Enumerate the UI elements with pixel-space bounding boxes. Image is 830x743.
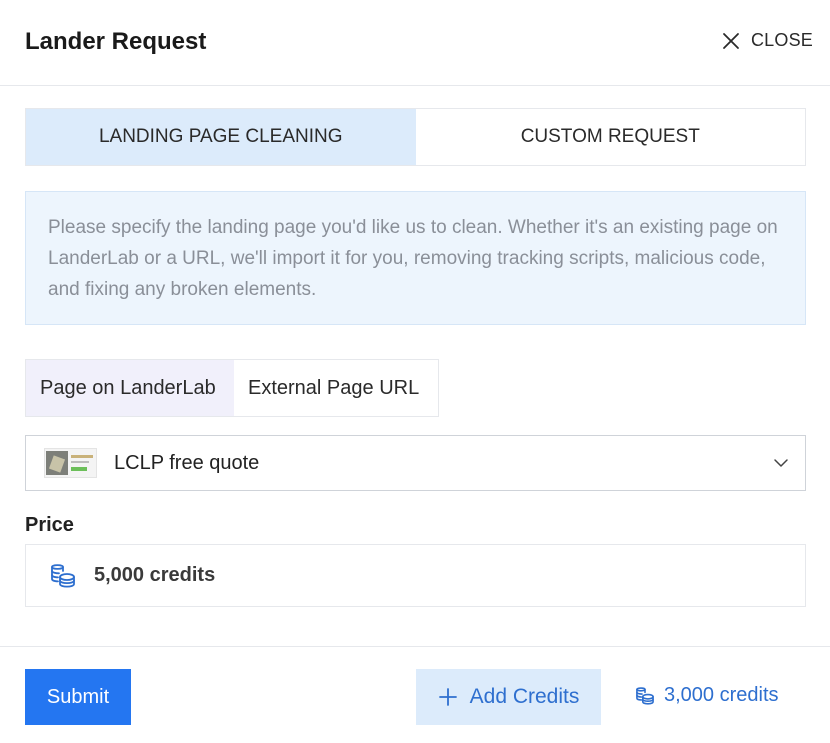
add-credits-label: Add Credits: [469, 685, 580, 708]
plus-icon: [438, 688, 457, 706]
dialog-title: Lander Request: [25, 28, 207, 55]
close-label: CLOSE: [750, 30, 813, 50]
info-panel: Please specify the landing page you'd li…: [25, 191, 806, 325]
credit-balance-value: 3,000 credits: [664, 684, 779, 706]
add-credits-button[interactable]: Add Credits: [416, 669, 601, 725]
submit-button[interactable]: Submit: [25, 669, 131, 725]
price-box: 5,000 credits: [25, 544, 806, 607]
page-select-dropdown[interactable]: LCLP free quote: [25, 435, 806, 491]
request-type-tabs: LANDING PAGE CLEANING CUSTOM REQUEST: [25, 108, 806, 166]
tab-page-on-landerlab[interactable]: Page on LanderLab: [26, 360, 234, 416]
tab-custom-request[interactable]: CUSTOM REQUEST: [416, 109, 806, 165]
page-thumbnail: [44, 448, 97, 478]
tab-external-page-url[interactable]: External Page URL: [234, 360, 438, 416]
close-button[interactable]: CLOSE: [721, 30, 813, 51]
tab-landing-page-cleaning[interactable]: LANDING PAGE CLEANING: [26, 109, 416, 165]
price-label: Price: [25, 514, 74, 536]
selected-page-label: LCLP free quote: [114, 451, 260, 474]
price-value: 5,000 credits: [94, 564, 216, 586]
chevron-down-icon: [774, 459, 788, 467]
close-icon: [723, 32, 739, 49]
info-text: Please specify the landing page you'd li…: [48, 217, 778, 300]
dialog-header: Lander Request CLOSE: [0, 0, 830, 86]
footer-divider: [0, 646, 830, 647]
coins-icon: [51, 563, 75, 588]
source-tabs: Page on LanderLab External Page URL: [25, 359, 439, 417]
coins-icon: [636, 686, 654, 705]
credit-balance: 3,000 credits: [634, 684, 779, 707]
